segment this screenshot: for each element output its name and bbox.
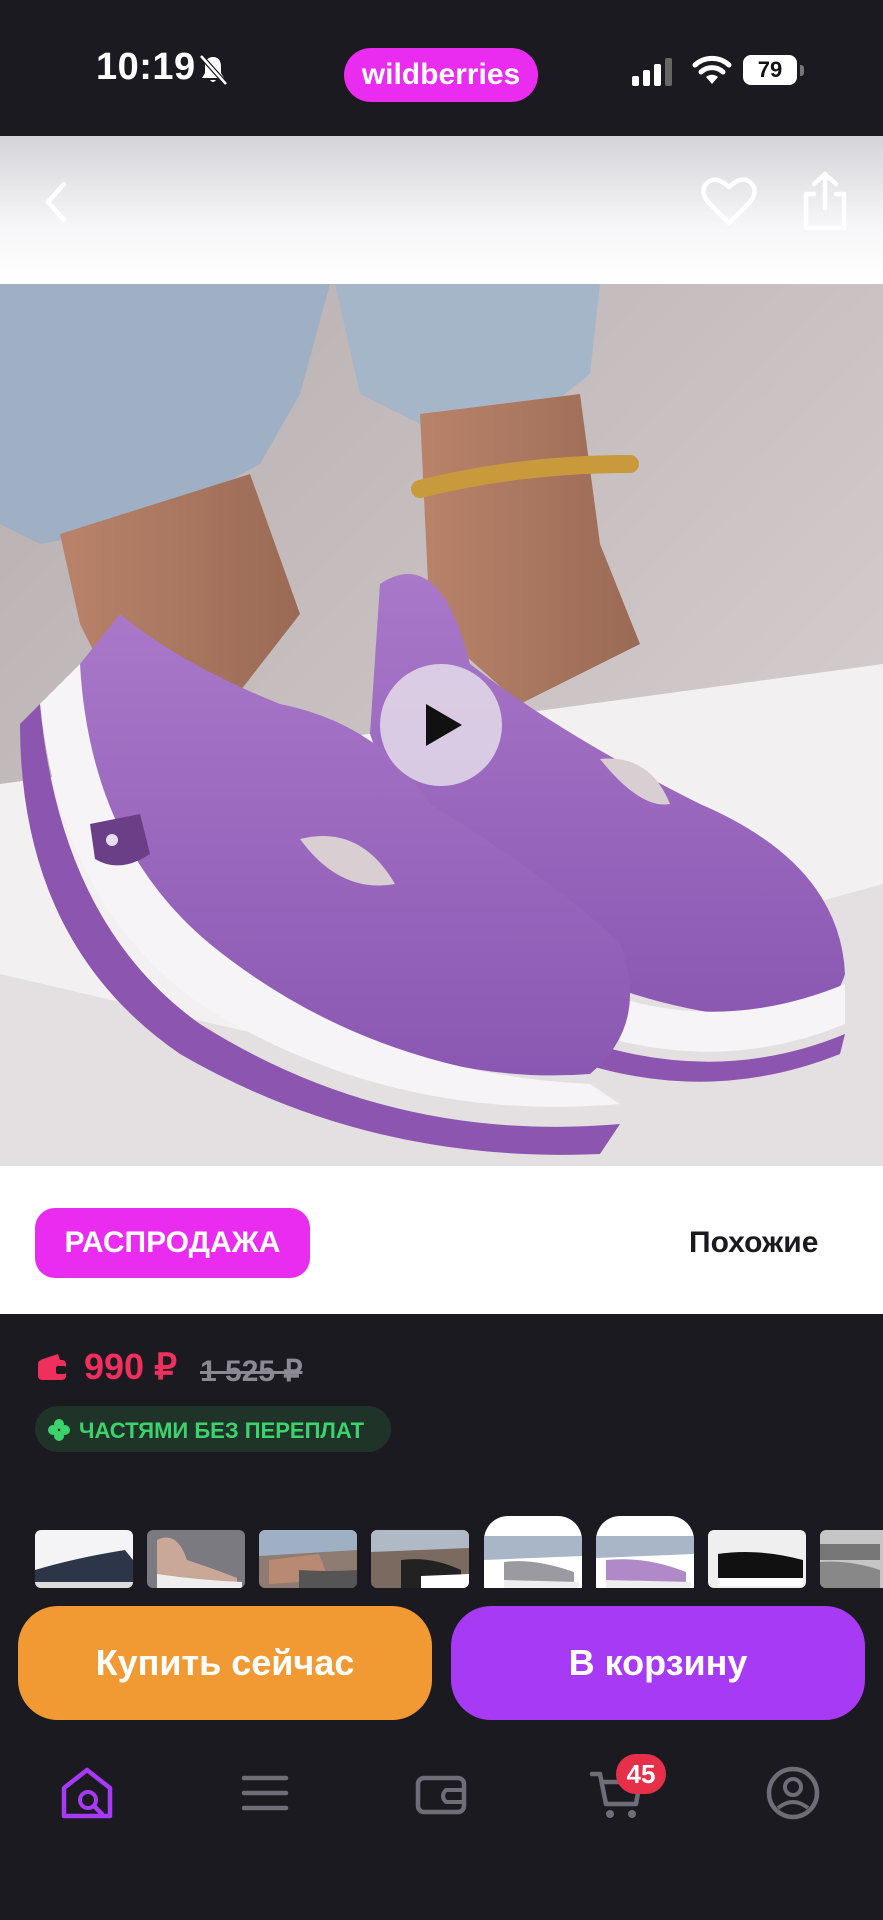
cart-count-badge: 45 xyxy=(616,1754,666,1794)
old-price: 1 525 ₽ xyxy=(200,1355,303,1388)
wallet-price-icon xyxy=(38,1354,66,1380)
thumbnail-selected[interactable] xyxy=(596,1516,694,1588)
home-search-icon[interactable] xyxy=(58,1764,116,1822)
thumbnail[interactable] xyxy=(147,1530,245,1588)
back-icon[interactable] xyxy=(36,176,76,228)
current-price: 990 ₽ xyxy=(84,1346,177,1387)
clover-icon xyxy=(48,1419,70,1441)
thumbnail[interactable] xyxy=(35,1530,133,1588)
thumbnail-selected[interactable] xyxy=(484,1516,582,1588)
heart-icon[interactable] xyxy=(700,174,758,228)
thumbnail[interactable] xyxy=(371,1530,469,1588)
installments-badge[interactable]: ЧАСТЯМИ БЕЗ ПЕРЕПЛАТ xyxy=(35,1406,391,1452)
thumbnail[interactable] xyxy=(708,1530,806,1588)
share-icon[interactable] xyxy=(800,170,850,232)
play-icon xyxy=(426,704,462,746)
thumbnail[interactable] xyxy=(820,1530,883,1588)
battery-icon: 79 xyxy=(743,55,805,87)
bell-muted-icon xyxy=(199,54,228,86)
thumbnail[interactable] xyxy=(259,1530,357,1588)
similar-link[interactable]: Похожие xyxy=(689,1226,818,1260)
wallet-icon[interactable] xyxy=(412,1764,470,1822)
wifi-icon xyxy=(692,55,732,84)
catalog-icon[interactable] xyxy=(236,1764,294,1822)
signal-icon xyxy=(632,58,672,86)
play-video-button[interactable] xyxy=(380,664,502,786)
status-time: 10:19 xyxy=(96,46,196,88)
buy-now-button[interactable]: Купить сейчас xyxy=(18,1606,432,1720)
installments-label: ЧАСТЯМИ БЕЗ ПЕРЕПЛАТ xyxy=(79,1418,365,1443)
sale-badge[interactable]: РАСПРОДАЖА xyxy=(35,1208,310,1278)
profile-icon[interactable] xyxy=(764,1764,822,1822)
add-to-cart-button[interactable]: В корзину xyxy=(451,1606,865,1720)
brand-logo: wildberries xyxy=(344,48,538,102)
battery-level: 79 xyxy=(743,55,797,85)
